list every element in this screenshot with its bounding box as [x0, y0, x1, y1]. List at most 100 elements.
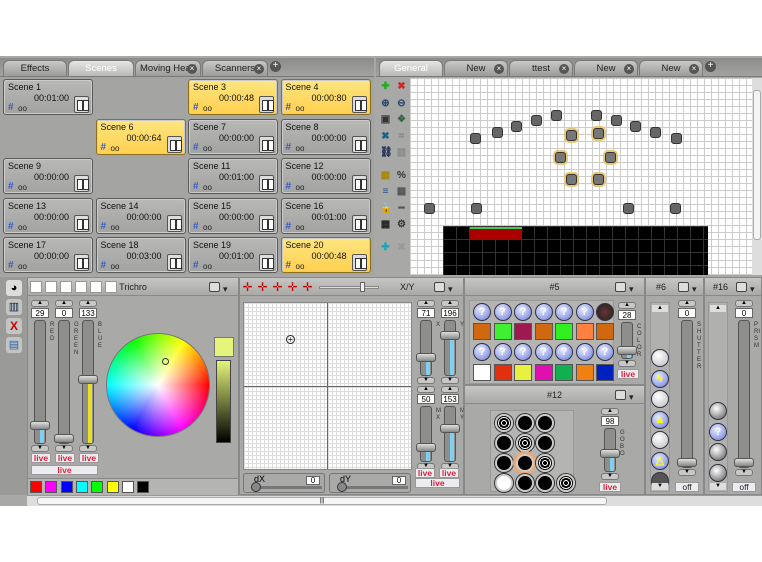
- fader-down-arrow[interactable]: ▼: [678, 469, 696, 476]
- tab-moving-head[interactable]: Moving Head ×: [135, 60, 201, 77]
- moving-head-fixture-icon[interactable]: [492, 127, 503, 138]
- scene-fader-icon[interactable]: [259, 96, 274, 113]
- fader-knob[interactable]: [617, 346, 637, 356]
- scene-button[interactable]: Scene 9 00:00:00 # oo: [3, 158, 93, 194]
- moving-head-fixture-icon[interactable]: [470, 133, 481, 144]
- scene-fader-icon[interactable]: [166, 214, 182, 232]
- color-swatch-button[interactable]: [596, 323, 614, 340]
- scene-button[interactable]: Scene 18 00:03:00 # oo: [95, 237, 186, 273]
- scene-fader-icon[interactable]: [166, 135, 182, 153]
- tab-ttest[interactable]: ttest ×: [509, 60, 573, 77]
- scene-button[interactable]: Scene 1 00:01:00 # oo: [3, 79, 93, 115]
- tab-new[interactable]: New ×: [574, 60, 638, 77]
- scene-fader-icon[interactable]: [74, 175, 89, 192]
- color-swatch-button[interactable]: [514, 364, 532, 381]
- clear-icon[interactable]: ⌗: [396, 131, 407, 142]
- xy-mode-icon[interactable]: ✛: [242, 281, 253, 293]
- selected-fixture-icon[interactable]: [605, 152, 616, 163]
- stage-canvas[interactable]: [410, 78, 752, 275]
- fader-knob[interactable]: [78, 374, 98, 384]
- close-tab-icon[interactable]: ×: [689, 64, 699, 74]
- fader-knob[interactable]: [416, 442, 436, 452]
- color-wheel[interactable]: [106, 333, 210, 437]
- fader-up-arrow[interactable]: ▲: [31, 300, 49, 307]
- fader-down-arrow[interactable]: ▼: [601, 473, 619, 480]
- gobo-spiral-button[interactable]: [495, 414, 513, 432]
- shutter-ramp-button[interactable]: △: [651, 451, 669, 470]
- panel-menu-button[interactable]: [209, 280, 228, 298]
- fader[interactable]: ▲ 196 ▼ Y: [440, 300, 464, 384]
- active-matrix-cell[interactable]: [470, 227, 483, 239]
- color-swatch-button[interactable]: [534, 364, 553, 381]
- scene-fader-icon[interactable]: [351, 254, 367, 271]
- fader-up-arrow[interactable]: ▲: [55, 300, 73, 307]
- scroll-down-arrow[interactable]: ▼: [652, 483, 668, 490]
- moving-head-fixture-icon[interactable]: [671, 133, 682, 144]
- trash-icon[interactable]: ▥: [396, 147, 407, 158]
- fader-knob[interactable]: [416, 353, 436, 363]
- remove-fixture-icon[interactable]: ✖: [396, 81, 407, 92]
- prism-prism-a-button[interactable]: [709, 402, 727, 420]
- unknown-color-button[interactable]: ?: [596, 343, 614, 361]
- selected-fixture-icon[interactable]: [593, 128, 604, 139]
- fader-knob[interactable]: [440, 424, 460, 434]
- unknown-color-button[interactable]: ?: [575, 303, 594, 321]
- grid-b-icon[interactable]: ▦: [396, 186, 407, 197]
- moving-head-fixture-icon[interactable]: [670, 203, 681, 214]
- scene-button[interactable]: Scene 16 00:01:00 # oo: [280, 197, 371, 234]
- fader-track[interactable]: [58, 320, 70, 444]
- beam-group-icon[interactable]: ▤: [6, 337, 22, 353]
- gobo-dot-button[interactable]: [515, 474, 534, 492]
- fader-down-arrow[interactable]: ▼: [31, 445, 49, 452]
- color-swatch-button[interactable]: [514, 323, 532, 340]
- fader-live-button[interactable]: live: [55, 453, 75, 463]
- panel-menu-button[interactable]: [736, 280, 755, 298]
- scrollbar-thumb[interactable]: |||: [37, 497, 607, 505]
- gobo-spiral-button[interactable]: [536, 454, 554, 472]
- color-swatch-button[interactable]: [555, 323, 573, 340]
- shutter-open-button[interactable]: [651, 349, 669, 367]
- zoom-out-icon[interactable]: ⊖: [396, 98, 407, 109]
- group-icon[interactable]: ❖: [396, 114, 407, 125]
- color-preset-slot[interactable]: [30, 281, 42, 293]
- palette-swatch[interactable]: [137, 481, 150, 493]
- scene-button[interactable]: Scene 8 00:00:00 # oo: [280, 118, 371, 155]
- panel-menu-button[interactable]: [615, 280, 634, 298]
- unknown-color-button[interactable]: ?: [493, 343, 512, 361]
- unknown-color-button[interactable]: ?: [575, 343, 594, 361]
- align-icon[interactable]: ≡: [380, 186, 391, 197]
- fader-track[interactable]: [738, 320, 750, 468]
- scene-button[interactable]: Scene 7 00:00:00 # oo: [188, 118, 278, 155]
- gobo-dot-button[interactable]: [536, 434, 554, 452]
- moving-head-fixture-icon[interactable]: [424, 203, 435, 214]
- gobo-live-button[interactable]: live: [599, 482, 621, 492]
- unknown-color-button[interactable]: ?: [514, 343, 532, 361]
- scene-fader-icon[interactable]: [259, 175, 274, 192]
- fader-track[interactable]: [681, 320, 693, 468]
- scene-fader-icon[interactable]: [259, 254, 274, 271]
- close-tab-icon[interactable]: ×: [624, 64, 634, 74]
- add-blue-icon[interactable]: ✚: [380, 242, 391, 253]
- fader[interactable]: ▲ 29 ▼ RED: [30, 300, 54, 452]
- scene-fader-icon[interactable]: [351, 175, 367, 192]
- palette-swatch[interactable]: [45, 481, 58, 493]
- moving-head-fixture-icon[interactable]: [471, 203, 482, 214]
- zoom-in-icon[interactable]: ⊕: [380, 98, 391, 109]
- unknown-color-button[interactable]: ?: [534, 343, 553, 361]
- gobo-dot-button[interactable]: [495, 454, 513, 472]
- prism-unknown-button[interactable]: ?: [709, 422, 727, 441]
- fader[interactable]: ▲ 71 ▼ X: [416, 300, 440, 384]
- add-fixture-icon[interactable]: ✚: [380, 81, 391, 92]
- xy-mode-icon[interactable]: ✛: [257, 281, 268, 293]
- xy-mode-icon[interactable]: ✛: [302, 281, 313, 293]
- shutter-strobe-button[interactable]: ϟ: [651, 369, 669, 388]
- gobo-dot-button[interactable]: [515, 414, 534, 432]
- fader[interactable]: ▲ 0 ▼ SHUTTER: [677, 300, 701, 476]
- scene-button[interactable]: Scene 6 00:00:64 # oo: [95, 118, 186, 155]
- fader-knob[interactable]: [30, 421, 50, 431]
- fader[interactable]: ▲ 98 ▼ GOBO: [600, 408, 625, 480]
- scene-button[interactable]: Scene 19 00:01:00 # oo: [188, 237, 278, 273]
- color-swatch-button[interactable]: [473, 323, 491, 340]
- gobo-dot-button[interactable]: [536, 414, 554, 432]
- gobo-dot-button[interactable]: [515, 454, 534, 472]
